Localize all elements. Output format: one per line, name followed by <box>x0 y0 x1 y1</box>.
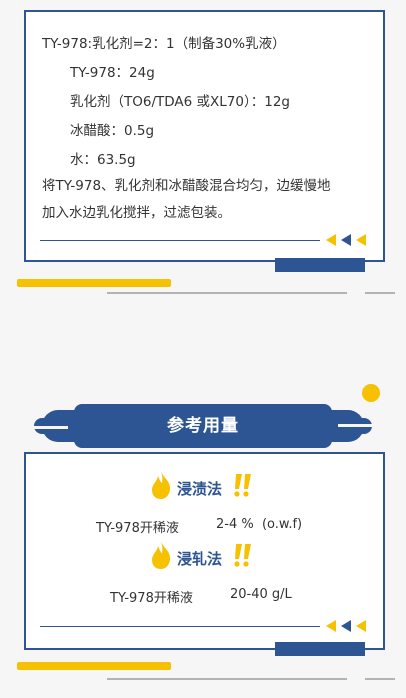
instruction-line: 加入水边乳化搅拌，过滤包装。 <box>42 205 231 221</box>
triangle-arrow-icon <box>356 620 366 632</box>
section-title: 参考用量 <box>167 416 239 436</box>
decor-gray-line <box>365 678 395 680</box>
formula-item: 乳化剂（TO6/TDA6 或XL70）：12g <box>70 94 290 110</box>
decor-gray-line <box>365 292 395 294</box>
decor-navy-bar <box>275 642 365 656</box>
divider-line <box>40 240 320 241</box>
formula-panel: TY-978:乳化剂=2：1（制备30%乳液） TY-978：24g 乳化剂（T… <box>24 10 385 262</box>
triangle-arrow-icon <box>356 234 366 246</box>
section-header: 参考用量 <box>34 404 372 448</box>
method-title: 浸轧法 <box>177 550 223 568</box>
divider-line <box>40 626 320 627</box>
triangle-arrow-icon <box>326 234 336 246</box>
method-amount: 2-4 % (o.w.f) <box>216 517 303 532</box>
decor-yellow-bar <box>17 662 171 670</box>
triangle-arrow-icon <box>341 234 351 246</box>
double-exclamation-icon <box>234 544 251 567</box>
formula-item: 水：63.5g <box>70 152 136 168</box>
flame-icon <box>152 471 171 499</box>
decor-yellow-dot <box>362 384 380 402</box>
method-product: TY-978开稀液 <box>110 591 193 606</box>
formula-title: TY-978:乳化剂=2：1（制备30%乳液） <box>42 36 286 52</box>
instruction-line: 将TY-978、乳化剂和冰醋酸混合均匀，边缓慢地 <box>42 178 331 194</box>
method-amount: 20-40 g/L <box>230 587 292 602</box>
decor-yellow-bar <box>17 279 171 287</box>
formula-item: 冰醋酸：0.5g <box>70 123 155 139</box>
method-product: TY-978开稀液 <box>96 521 179 536</box>
flame-icon <box>152 541 171 569</box>
triangle-arrow-icon <box>341 620 351 632</box>
triangle-arrow-icon <box>326 620 336 632</box>
usage-panel: 浸渍法 TY-978开稀液 2-4 % (o.w.f) 浸轧法 TY-978开稀… <box>24 452 385 650</box>
method-title: 浸渍法 <box>177 480 223 498</box>
decor-navy-bar <box>275 258 365 272</box>
decor-gray-line <box>107 292 347 294</box>
formula-item: TY-978：24g <box>70 65 155 81</box>
double-exclamation-icon <box>234 474 251 497</box>
decor-gray-line <box>107 678 347 680</box>
